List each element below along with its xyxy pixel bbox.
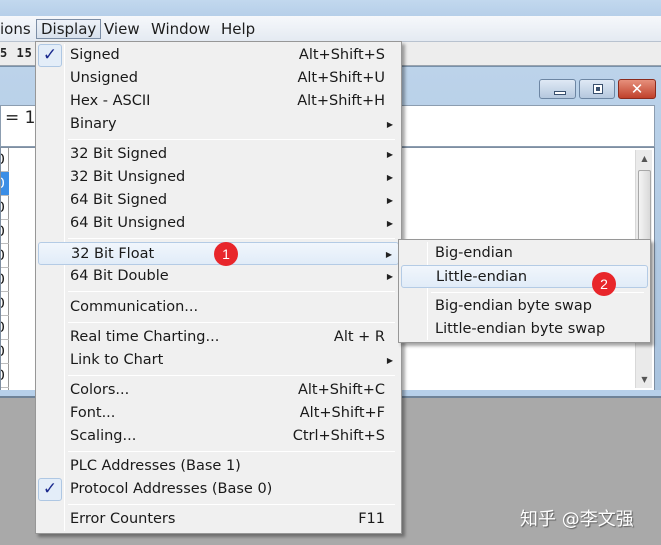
submenu-item-big-endian[interactable]: Big-endian [401, 242, 648, 265]
menu-item-label: PLC Addresses (Base 1) [70, 458, 241, 474]
checkmark-icon: ✓ [38, 478, 62, 501]
menu-item-label: Little-endian [436, 269, 528, 285]
menu-item-shortcut: F11 [358, 511, 385, 527]
submenu-arrow-icon: ▶ [386, 173, 393, 182]
menu-item-64bit-double[interactable]: 64 Bit Double ▶ [38, 265, 399, 288]
maximize-button[interactable] [579, 79, 615, 99]
grid-cell[interactable]: 0 [1, 340, 9, 364]
grid-cell[interactable]: 0 [1, 220, 9, 244]
minimize-button[interactable] [539, 79, 576, 99]
main-title-bar [0, 0, 661, 16]
grid-cell[interactable]: 0 [1, 268, 9, 292]
menu-item-label: Font... [70, 405, 116, 421]
menu-separator [68, 238, 395, 239]
menu-item-label: Signed [70, 47, 120, 63]
menu-item-communication[interactable]: Communication... [38, 296, 399, 319]
close-icon: ✕ [630, 80, 644, 98]
menu-window[interactable]: Window [147, 19, 214, 39]
menu-display[interactable]: Display [36, 19, 102, 39]
menu-item-label: 64 Bit Unsigned [70, 215, 186, 231]
menu-item-label: Big-endian byte swap [435, 298, 592, 314]
scroll-down-arrow-icon[interactable]: ▼ [636, 371, 653, 388]
menu-item-label: Scaling... [70, 428, 137, 444]
menu-item-32bit-signed[interactable]: 32 Bit Signed ▶ [38, 143, 399, 166]
menu-item-shortcut: Alt+Shift+C [297, 382, 385, 398]
menu-item-label: Real time Charting... [70, 329, 220, 345]
grid-cell[interactable]: 0 [1, 148, 9, 172]
menu-item-unsigned[interactable]: Unsigned Alt+Shift+U [38, 67, 399, 90]
menu-item-font[interactable]: Font... Alt+Shift+F [38, 402, 399, 425]
maximize-icon [593, 84, 603, 94]
minimize-icon [554, 91, 566, 95]
menu-item-signed[interactable]: ✓ Signed Alt+Shift+S [38, 44, 399, 67]
grid-cell-selected[interactable]: 0 [1, 172, 9, 196]
submenu-arrow-icon: ▶ [386, 120, 393, 129]
menu-item-label: 32 Bit Float [71, 246, 155, 262]
menu-item-label: Communication... [70, 299, 199, 315]
menu-item-plc-addresses[interactable]: PLC Addresses (Base 1) [38, 455, 399, 478]
menu-item-label: Protocol Addresses (Base 0) [70, 481, 273, 497]
grid-cell[interactable]: 0 [1, 316, 9, 340]
grid-cell[interactable]: 0 [1, 292, 9, 316]
submenu-arrow-icon: ▶ [386, 150, 393, 159]
grid-cell[interactable]: 0 [1, 244, 9, 268]
menu-item-label: Colors... [70, 382, 130, 398]
menu-item-binary[interactable]: Binary ▶ [38, 113, 399, 136]
step-badge-2: 2 [592, 272, 616, 296]
watermark: 知乎 @李文强 [520, 509, 634, 530]
menu-item-link-to-chart[interactable]: Link to Chart ▶ [38, 349, 399, 372]
step-badge-1: 1 [214, 242, 238, 266]
menu-item-label: Unsigned [70, 70, 138, 86]
menu-item-protocol-addresses[interactable]: ✓ Protocol Addresses (Base 0) [38, 478, 399, 501]
submenu-item-big-endian-byte-swap[interactable]: Big-endian byte swap [401, 295, 648, 318]
menu-separator [68, 451, 395, 452]
submenu-arrow-icon: ▶ [386, 196, 393, 205]
value-column: 0 0 0 0 0 0 0 0 0 0 [1, 148, 9, 390]
menu-separator [68, 139, 395, 140]
scroll-up-arrow-icon[interactable]: ▲ [636, 150, 653, 167]
menu-separator [68, 504, 395, 505]
menu-separator [68, 291, 395, 292]
menu-item-label: Little-endian byte swap [435, 321, 606, 337]
close-button[interactable]: ✕ [618, 79, 656, 99]
submenu-item-little-endian-byte-swap[interactable]: Little-endian byte swap [401, 318, 648, 341]
menu-separator [68, 322, 395, 323]
menu-item-64bit-signed[interactable]: 64 Bit Signed ▶ [38, 189, 399, 212]
menu-item-label: Hex - ASCII [70, 93, 151, 109]
menu-item-colors[interactable]: Colors... Alt+Shift+C [38, 379, 399, 402]
menu-separator [68, 375, 395, 376]
menu-item-label: 32 Bit Unsigned [70, 169, 186, 185]
submenu-arrow-icon: ▶ [385, 250, 392, 259]
menu-item-shortcut: Alt+Shift+U [297, 70, 385, 86]
menu-item-realtime-charting[interactable]: Real time Charting... Alt + R [38, 326, 399, 349]
menu-item-label: 64 Bit Double [70, 268, 169, 284]
menu-item-32bit-unsigned[interactable]: 32 Bit Unsigned ▶ [38, 166, 399, 189]
menu-item-label: Link to Chart [70, 352, 164, 368]
menu-item-error-counters[interactable]: Error Counters F11 [38, 508, 399, 531]
menu-item-shortcut: Alt+Shift+H [297, 93, 385, 109]
menu-item-shortcut: Ctrl+Shift+S [292, 428, 385, 444]
menu-item-shortcut: Alt + R [333, 329, 385, 345]
menu-item-label: Big-endian [435, 245, 513, 261]
checkmark-icon: ✓ [38, 44, 62, 67]
menu-item-shortcut: Alt+Shift+F [299, 405, 385, 421]
menu-item-hex-ascii[interactable]: Hex - ASCII Alt+Shift+H [38, 90, 399, 113]
menu-bar: ions Display View Window Help [0, 16, 661, 42]
display-menu: ✓ Signed Alt+Shift+S Unsigned Alt+Shift+… [35, 41, 402, 534]
submenu-arrow-icon: ▶ [386, 356, 393, 365]
menu-help[interactable]: Help [217, 19, 259, 39]
menu-item-label: 32 Bit Signed [70, 146, 168, 162]
menu-item-shortcut: Alt+Shift+S [298, 47, 385, 63]
grid-cell[interactable]: 0 [1, 364, 9, 388]
menu-view[interactable]: View [100, 19, 144, 39]
menu-options[interactable]: ions [0, 19, 35, 39]
menu-item-scaling[interactable]: Scaling... Ctrl+Shift+S [38, 425, 399, 448]
menu-item-label: Error Counters [70, 511, 176, 527]
grid-cell[interactable]: 0 [1, 196, 9, 220]
menu-item-label: 64 Bit Signed [70, 192, 168, 208]
menu-item-64bit-unsigned[interactable]: 64 Bit Unsigned ▶ [38, 212, 399, 235]
submenu-arrow-icon: ▶ [386, 272, 393, 281]
submenu-arrow-icon: ▶ [386, 219, 393, 228]
menu-item-label: Binary [70, 116, 117, 132]
